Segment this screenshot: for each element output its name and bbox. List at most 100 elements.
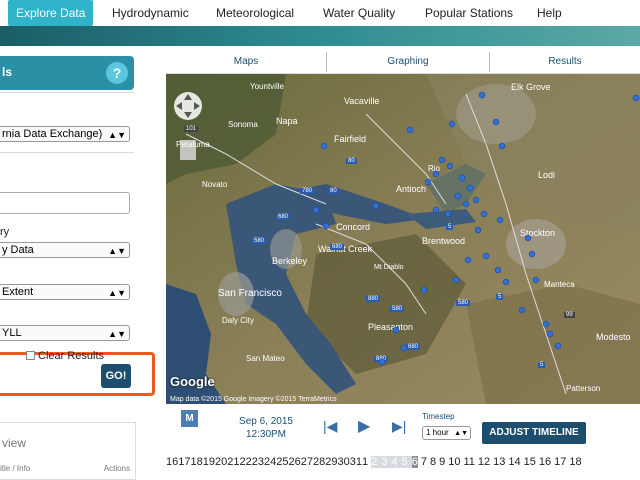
station-marker [458, 174, 466, 182]
day-item[interactable]: 2 [371, 456, 377, 468]
station-marker [466, 184, 474, 192]
search-input[interactable] [0, 192, 130, 214]
day-item[interactable]: 14 [508, 456, 520, 468]
day-item[interactable]: 20 [215, 456, 227, 468]
tab-graphing[interactable]: Graphing [327, 50, 489, 74]
station-marker [474, 226, 482, 234]
station-marker [632, 94, 640, 102]
day-item[interactable]: 21 [227, 456, 239, 468]
timestep-select[interactable]: 1 hour ▲▼ [422, 426, 471, 440]
day-item[interactable]: 16 [166, 456, 178, 468]
mode-button[interactable]: M [181, 410, 198, 427]
source-select[interactable]: rnia Data Exchange) ▲▼ [0, 126, 130, 142]
day-item[interactable]: 26 [289, 456, 301, 468]
station-marker [494, 266, 502, 274]
extent-select[interactable]: Extent ▲▼ [0, 284, 130, 300]
station-marker [554, 342, 562, 350]
chevron-down-icon: ▲▼ [108, 130, 126, 140]
day-item[interactable]: 3 [381, 456, 387, 468]
divider [0, 152, 134, 153]
station-marker [532, 276, 540, 284]
nav-help[interactable]: Help [537, 0, 562, 26]
station-marker [322, 222, 330, 230]
overview-title: view [2, 436, 27, 450]
day-strip: 161718192021222324252627282930311 23456 … [166, 456, 640, 470]
day-item[interactable]: 5 [402, 456, 408, 468]
variable-select[interactable]: YLL ▲▼ [0, 325, 130, 341]
station-marker [320, 142, 328, 150]
chevron-down-icon: ▲▼ [108, 329, 126, 339]
timeline-time: 12:30PM [245, 429, 287, 440]
help-icon[interactable]: ? [106, 62, 128, 84]
google-logo: Google [170, 374, 215, 389]
tab-results[interactable]: Results [490, 50, 640, 74]
station-marker [472, 196, 480, 204]
day-item[interactable]: 4 [391, 456, 397, 468]
station-marker [542, 320, 550, 328]
variable-select-value: YLL [2, 327, 22, 339]
day-item[interactable]: 27 [301, 456, 313, 468]
day-item[interactable]: 29 [325, 456, 337, 468]
day-item[interactable]: 30 [338, 456, 350, 468]
play-icon[interactable]: ▶ [358, 416, 370, 436]
station-marker [480, 210, 488, 218]
station-marker [372, 202, 380, 210]
nav-meteorological[interactable]: Meteorological [216, 0, 294, 26]
chevron-down-icon: ▲▼ [454, 430, 468, 437]
day-item[interactable]: 18 [191, 456, 203, 468]
extent-select-value: Extent [2, 286, 34, 298]
nav-explore-data[interactable]: Explore Data [8, 0, 94, 26]
days-range[interactable]: 2345 [371, 456, 412, 468]
day-item[interactable]: 31 [350, 456, 362, 468]
nav-popular-stations[interactable]: Popular Stations [425, 0, 513, 26]
day-item[interactable]: 18 [569, 456, 581, 468]
station-marker [464, 256, 472, 264]
station-marker [454, 192, 462, 200]
map-attribution: Map data ©2015 Google Imagery ©2015 Terr… [170, 396, 337, 403]
chevron-down-icon: ▲▼ [108, 246, 126, 256]
day-item[interactable]: 9 [439, 456, 445, 468]
day-item[interactable]: 7 [421, 456, 427, 468]
days-before: 161718192021222324252627282930311 [166, 456, 368, 468]
day-item[interactable]: 19 [203, 456, 215, 468]
days-after: 7 8 9 10 11 12 13 14 15 16 17 18 [421, 456, 585, 468]
nav-hydrodynamic[interactable]: Hydrodynamic [112, 0, 189, 26]
top-nav-bar: Explore Data Hydrodynamic Meteorological… [0, 0, 640, 26]
overview-col-actions: Actions [103, 464, 130, 473]
day-item[interactable]: 22 [240, 456, 252, 468]
station-markers[interactable] [166, 74, 640, 404]
day-item[interactable]: 8 [430, 456, 436, 468]
station-marker [482, 252, 490, 260]
category-select[interactable]: y Data ▲▼ [0, 242, 130, 258]
station-marker [446, 162, 454, 170]
go-button[interactable]: GO! [101, 364, 131, 388]
map-view[interactable]: Elk Grove Yountville Vacaville Napa Sono… [166, 74, 640, 404]
day-item[interactable]: 25 [276, 456, 288, 468]
day-item[interactable]: 23 [252, 456, 264, 468]
day-item[interactable]: 13 [493, 456, 505, 468]
station-marker [400, 344, 408, 352]
skip-forward-icon[interactable]: ▶| [392, 418, 406, 435]
day-item[interactable]: 1 [362, 456, 368, 468]
clear-results-checkbox[interactable] [26, 351, 35, 360]
station-marker [528, 250, 536, 258]
day-item[interactable]: 17 [178, 456, 190, 468]
day-item[interactable]: 10 [448, 456, 460, 468]
day-item[interactable]: 28 [313, 456, 325, 468]
nav-water-quality[interactable]: Water Quality [323, 0, 395, 26]
station-marker [478, 91, 486, 99]
day-item[interactable]: 12 [478, 456, 490, 468]
day-selected[interactable]: 6 [411, 456, 418, 468]
tab-maps[interactable]: Maps [166, 50, 326, 74]
clear-results-label: Clear Results [38, 350, 105, 362]
skip-back-icon[interactable]: |◀ [323, 418, 337, 435]
day-item[interactable]: 15 [524, 456, 536, 468]
day-item[interactable]: 11 [464, 456, 475, 468]
timeline-date: Sep 6, 2015 [239, 416, 293, 427]
chevron-down-icon: ▲▼ [108, 288, 126, 298]
day-item[interactable]: 24 [264, 456, 276, 468]
day-item[interactable]: 16 [539, 456, 551, 468]
source-select-value: rnia Data Exchange) [2, 128, 103, 140]
adjust-timeline-button[interactable]: ADJUST TIMELINE [482, 422, 586, 444]
day-item[interactable]: 17 [554, 456, 566, 468]
